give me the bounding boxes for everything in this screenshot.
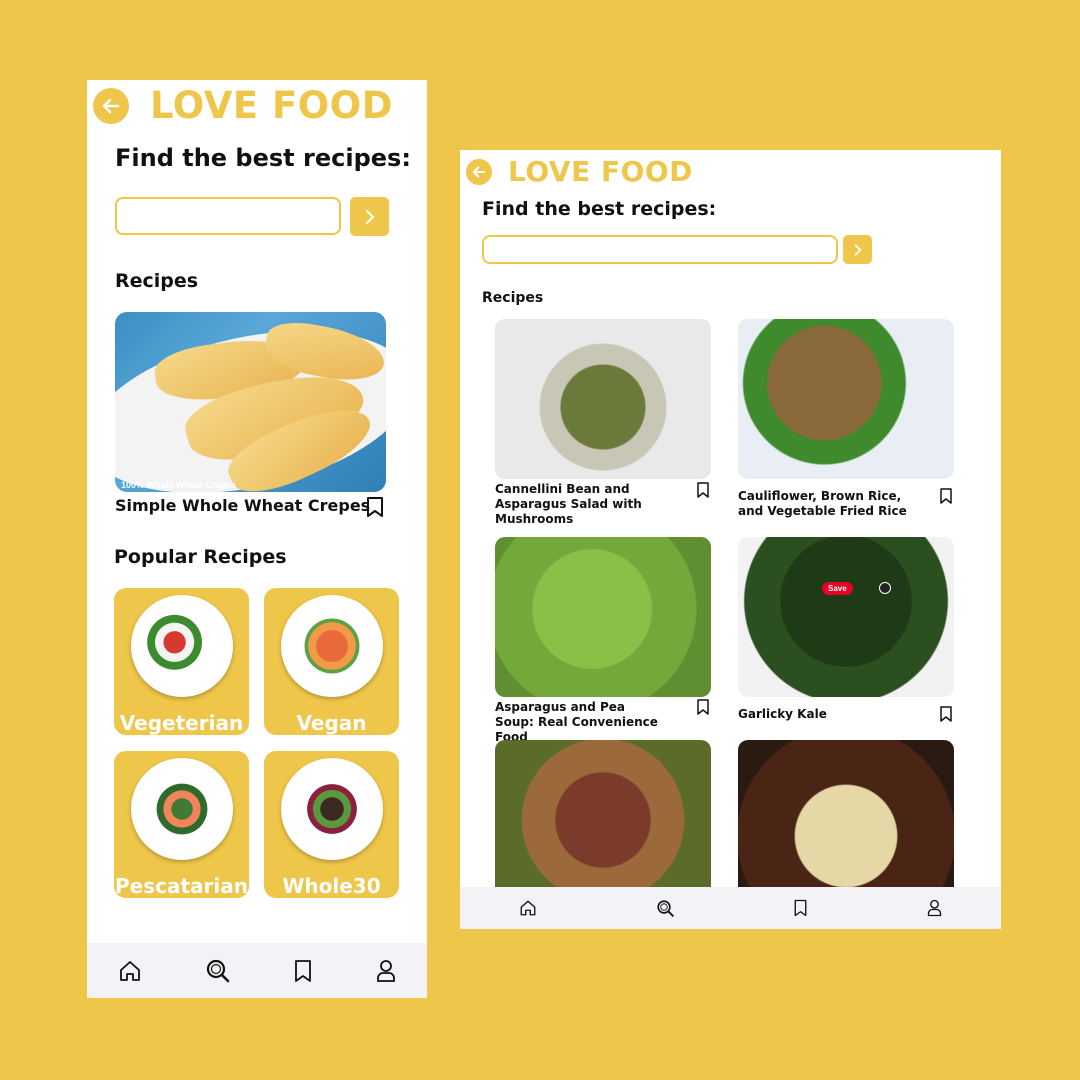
home-icon bbox=[120, 960, 141, 981]
tab-profile[interactable] bbox=[927, 899, 942, 917]
recipe-card-image[interactable] bbox=[495, 740, 711, 900]
chevron-right-icon bbox=[854, 243, 862, 256]
bookmark-icon bbox=[295, 959, 312, 982]
category-label: Whole30 bbox=[282, 874, 381, 898]
arrow-left-icon bbox=[472, 166, 486, 177]
bookmark-button[interactable] bbox=[365, 496, 385, 523]
category-label: Vegan bbox=[296, 711, 367, 735]
recipe-card-image[interactable] bbox=[738, 319, 954, 479]
bottom-tab-bar bbox=[87, 943, 427, 998]
search-submit-button[interactable] bbox=[350, 197, 389, 236]
back-button[interactable] bbox=[466, 158, 492, 185]
phone-screen-search: LOVE FOOD Find the best recipes: Recipes… bbox=[460, 150, 1001, 929]
image-caption: 100% Whole Wheat Crepes bbox=[121, 480, 237, 490]
recipe-card-title[interactable]: Asparagus and Pea Soup: Real Convenience… bbox=[495, 700, 660, 745]
category-tile-whole30[interactable]: Whole30 bbox=[264, 751, 399, 898]
phone-screen-home: LOVE FOOD Find the best recipes: Recipes… bbox=[87, 80, 427, 998]
bookmark-button[interactable] bbox=[696, 482, 710, 503]
recipe-card-title[interactable]: Cauliflower, Brown Rice, and Vegetable F… bbox=[738, 489, 908, 519]
app-logo-text: LOVE FOOD bbox=[508, 155, 693, 188]
profile-icon bbox=[376, 959, 395, 982]
bookmark-icon bbox=[697, 482, 709, 498]
recipes-section-title: Recipes bbox=[482, 290, 544, 306]
bottom-tab-bar bbox=[460, 887, 1001, 929]
bookmark-icon bbox=[940, 706, 952, 722]
category-image bbox=[280, 595, 383, 697]
category-label: Vegeterian bbox=[119, 711, 244, 735]
tab-search[interactable] bbox=[656, 899, 675, 918]
app-logo-text: LOVE FOOD bbox=[150, 84, 393, 127]
tab-home[interactable] bbox=[519, 899, 537, 917]
recipes-section-title: Recipes bbox=[115, 270, 199, 292]
search-submit-button[interactable] bbox=[843, 235, 872, 264]
recipe-card-image[interactable]: Save bbox=[738, 537, 954, 697]
profile-icon bbox=[927, 899, 941, 917]
page-title: Find the best recipes: bbox=[115, 144, 411, 172]
tab-home[interactable] bbox=[118, 959, 142, 983]
recipe-card-image[interactable] bbox=[495, 537, 711, 697]
search-icon bbox=[657, 899, 674, 917]
category-tile-vegan[interactable]: Vegan bbox=[264, 588, 399, 735]
pinterest-save-button[interactable]: Save bbox=[822, 582, 853, 595]
search-icon bbox=[206, 959, 230, 982]
tab-saved[interactable] bbox=[793, 899, 808, 917]
category-image bbox=[280, 758, 383, 860]
bookmark-icon bbox=[940, 488, 952, 504]
bookmark-button[interactable] bbox=[696, 699, 710, 720]
recipe-card-image[interactable] bbox=[738, 740, 954, 900]
recipe-card-title[interactable]: Cannellini Bean and Asparagus Salad with… bbox=[495, 482, 645, 527]
popular-section-title: Popular Recipes bbox=[114, 546, 287, 568]
app-header: LOVE FOOD bbox=[93, 84, 393, 127]
featured-recipe-title[interactable]: Simple Whole Wheat Crepes bbox=[115, 496, 370, 515]
arrow-left-icon bbox=[102, 98, 120, 113]
chevron-right-icon bbox=[365, 209, 374, 224]
app-header: LOVE FOOD bbox=[466, 155, 693, 188]
tab-profile[interactable] bbox=[376, 959, 396, 983]
back-button[interactable] bbox=[93, 87, 129, 124]
bookmark-button[interactable] bbox=[939, 706, 953, 727]
bookmark-icon bbox=[697, 699, 709, 715]
page-title: Find the best recipes: bbox=[482, 198, 717, 220]
tab-saved[interactable] bbox=[293, 959, 313, 983]
recipe-card-image[interactable] bbox=[495, 319, 711, 479]
category-image bbox=[130, 595, 233, 697]
category-image bbox=[130, 758, 233, 860]
search-input[interactable] bbox=[115, 197, 341, 235]
category-tile-vegeterian[interactable]: Vegeterian bbox=[114, 588, 249, 735]
bookmark-button[interactable] bbox=[939, 488, 953, 509]
recipe-card-title[interactable]: Garlicky Kale bbox=[738, 707, 908, 722]
tab-search[interactable] bbox=[205, 958, 231, 984]
category-label: Pescatarian bbox=[115, 874, 248, 898]
home-icon bbox=[520, 900, 536, 916]
bookmark-icon bbox=[367, 497, 383, 517]
search-input[interactable] bbox=[482, 235, 838, 264]
visual-search-icon[interactable] bbox=[879, 582, 891, 594]
category-tile-pescatarian[interactable]: Pescatarian bbox=[114, 751, 249, 898]
featured-recipe-image[interactable]: 100% Whole Wheat Crepes bbox=[115, 312, 386, 492]
bookmark-icon bbox=[794, 899, 807, 917]
